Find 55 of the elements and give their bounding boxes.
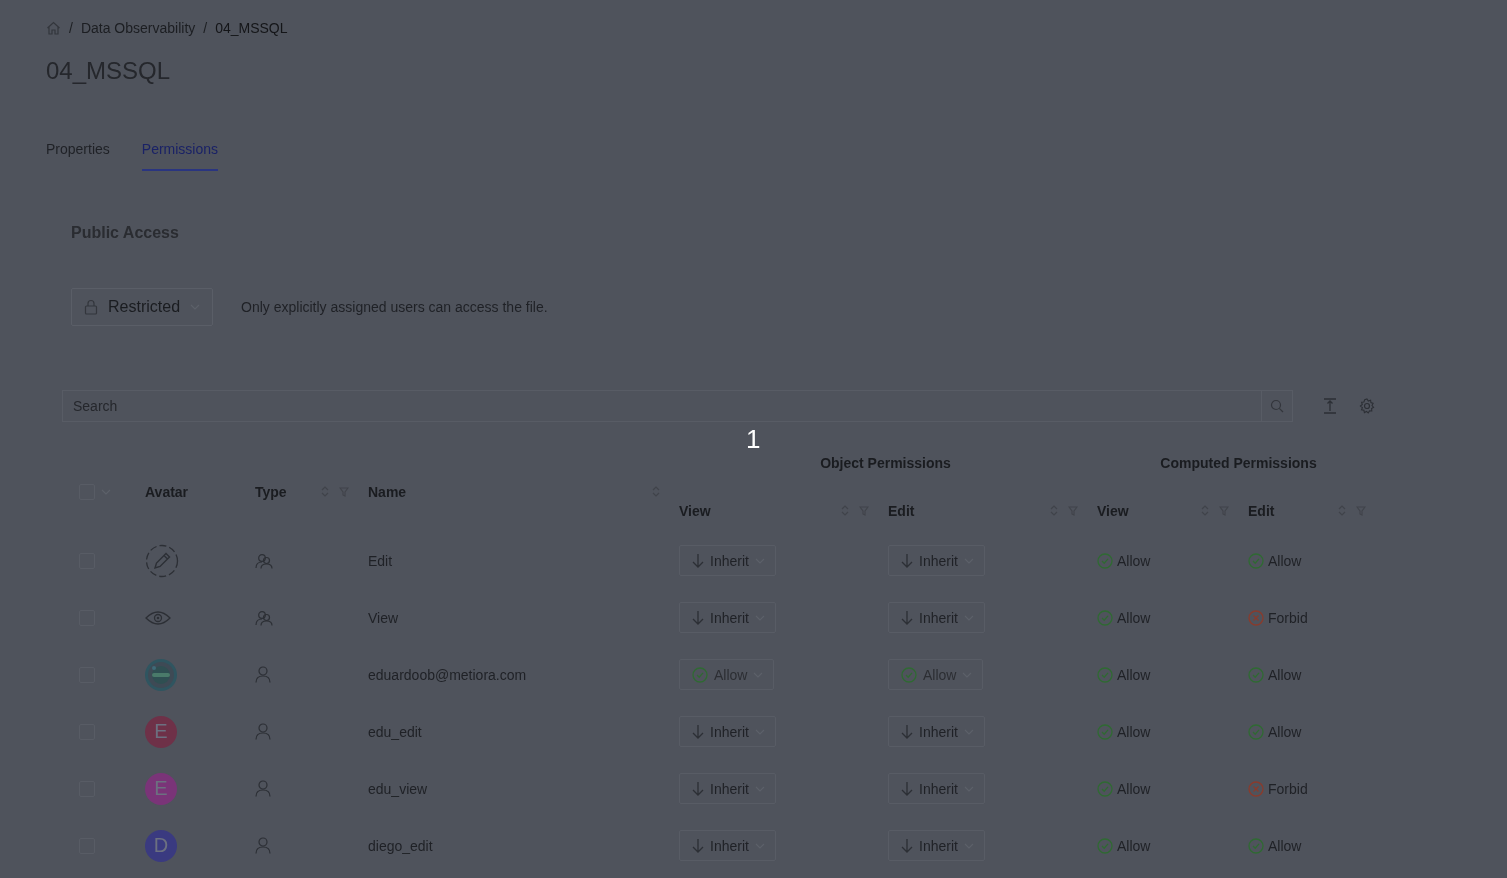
check-circle-icon (1248, 552, 1264, 569)
arrow-down-icon (692, 610, 704, 625)
eye-icon (145, 609, 171, 626)
arrow-down-icon (692, 838, 704, 853)
cross-circle-icon (1248, 780, 1264, 797)
settings-icon[interactable] (1359, 398, 1375, 414)
breadcrumb-link[interactable]: Data Observability (80, 20, 196, 36)
arrow-down-icon (901, 724, 913, 739)
column-header: Name (368, 483, 407, 500)
check-circle-icon (1097, 552, 1113, 569)
arrow-down-icon (901, 553, 913, 568)
users-icon (255, 552, 273, 569)
search-button[interactable] (1262, 390, 1293, 422)
cross-circle-icon (1248, 609, 1264, 626)
user-icon (255, 837, 271, 854)
arrow-down-icon (901, 838, 913, 853)
check-circle-icon (1097, 837, 1113, 854)
column-header: Edit (1248, 502, 1275, 519)
column-header: Avatar (145, 483, 189, 500)
column-header: Type (255, 483, 287, 500)
check-circle-icon (901, 666, 917, 683)
arrow-down-icon (692, 724, 704, 739)
breadcrumb-link[interactable]: 04_MSSQL (215, 20, 288, 36)
breadcrumb-separator: / (203, 20, 208, 36)
pencil-avatar-icon (145, 543, 179, 578)
check-circle-icon (1097, 666, 1113, 683)
lock-icon (84, 299, 98, 315)
check-circle-icon (1097, 723, 1113, 740)
check-circle-icon (1097, 780, 1113, 797)
column-header: View (1097, 502, 1129, 519)
access-dropdown[interactable]: Restricted (71, 288, 214, 326)
column-group-header: Computed Permissions (1160, 455, 1317, 471)
column-group-header: Object Permissions (820, 455, 951, 471)
column-header: Edit (888, 502, 915, 519)
user-icon (255, 723, 271, 740)
column-header: View (679, 502, 711, 519)
home-icon[interactable] (46, 21, 61, 35)
user-icon (255, 666, 271, 683)
arrow-down-icon (901, 781, 913, 796)
check-circle-icon (1097, 609, 1113, 626)
arrow-down-icon (692, 781, 704, 796)
user-icon (255, 780, 271, 797)
arrow-down-icon (901, 610, 913, 625)
users-icon (255, 609, 273, 626)
check-circle-icon (1248, 837, 1264, 854)
check-circle-icon (1248, 666, 1264, 683)
check-circle-icon (1248, 723, 1264, 740)
search-icon (1270, 399, 1284, 413)
arrow-down-icon (692, 553, 704, 568)
breadcrumb-separator: / (69, 20, 73, 36)
step-number: 1 (746, 424, 761, 455)
check-circle-icon (692, 666, 708, 683)
letter-avatar: E (145, 772, 177, 805)
column-height-icon[interactable] (1323, 398, 1337, 414)
letter-avatar: E (145, 715, 177, 748)
